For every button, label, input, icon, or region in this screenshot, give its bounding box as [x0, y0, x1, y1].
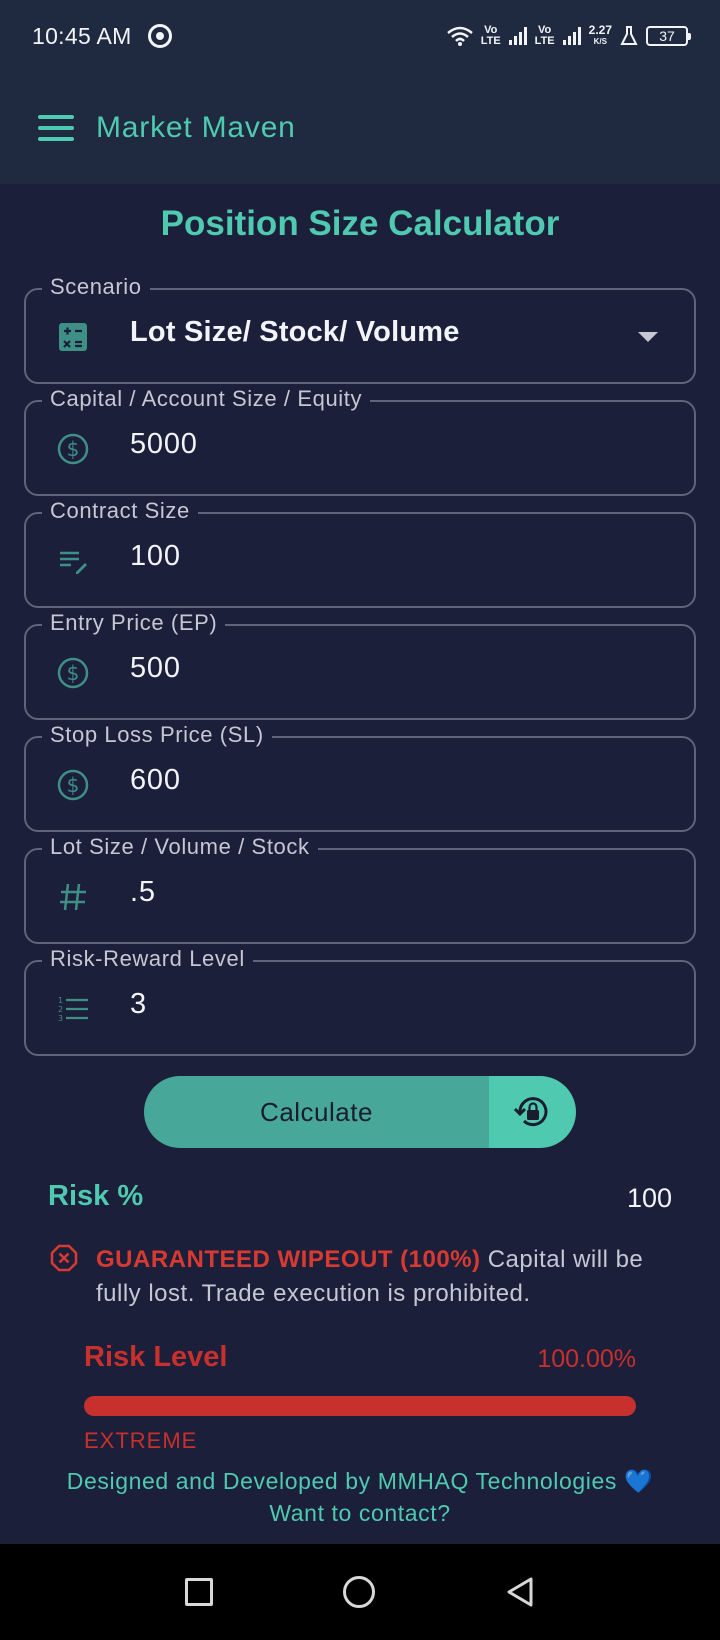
- risk-level-tag: EXTREME: [84, 1428, 198, 1453]
- signal-2-icon: [562, 27, 581, 45]
- capital-value: 5000: [130, 428, 198, 460]
- svg-text:1: 1: [58, 996, 63, 1005]
- network-speed: 2.27 K/S: [588, 23, 612, 46]
- calculator-icon: [56, 320, 90, 354]
- hamburger-menu-icon[interactable]: [38, 115, 74, 141]
- scenario-label: Scenario: [42, 274, 150, 300]
- status-bar: 10:45 AM Vo LTE Vo LTE 2.27 K/S 37: [0, 0, 720, 72]
- contract-size-value: 100: [130, 540, 181, 572]
- battery-icon: 37: [646, 26, 691, 46]
- risk-reward-value: 3: [130, 988, 147, 1020]
- recents-icon[interactable]: [185, 1578, 213, 1606]
- warning-headline: GUARANTEED WIPEOUT (100%): [96, 1246, 481, 1273]
- entry-price-label: Entry Price (EP): [42, 610, 226, 636]
- volte-1: Vo LTE: [480, 24, 501, 47]
- contact-link[interactable]: Want to contact?: [0, 1500, 720, 1527]
- edit-list-icon: [56, 544, 90, 578]
- lot-size-field[interactable]: Lot Size / Volume / Stock .5: [24, 834, 696, 944]
- numbered-list-icon: 123: [56, 992, 90, 1026]
- risk-level-progress-fill: [84, 1396, 636, 1416]
- risk-level-progress-bar: [84, 1396, 636, 1416]
- signal-1-icon: [508, 27, 527, 45]
- capital-label: Capital / Account Size / Equity: [42, 386, 371, 412]
- flask-icon: [620, 26, 638, 45]
- lot-size-value: .5: [130, 876, 156, 908]
- lot-size-label: Lot Size / Volume / Stock: [42, 834, 318, 860]
- scenario-value: Lot Size/ Stock/ Volume: [130, 316, 460, 348]
- history-lock-button[interactable]: [489, 1076, 576, 1148]
- svg-text:$: $: [67, 437, 80, 461]
- status-time: 10:45 AM: [32, 22, 132, 49]
- risk-reward-label: Risk-Reward Level: [42, 946, 253, 972]
- contract-size-label: Contract Size: [42, 498, 198, 524]
- dropdown-arrow-icon[interactable]: [638, 332, 658, 342]
- status-icons: Vo LTE Vo LTE 2.27 K/S 37: [446, 23, 691, 47]
- wifi-icon: [446, 26, 473, 46]
- home-icon[interactable]: [343, 1576, 375, 1608]
- dollar-circle-icon: $: [56, 432, 90, 466]
- calculate-button-group: Calculate: [144, 1076, 576, 1148]
- entry-price-value: 500: [130, 652, 181, 684]
- risk-level-percent: 100.00%: [537, 1345, 636, 1373]
- risk-warning-message: GUARANTEED WIPEOUT (100%) Capital will b…: [96, 1243, 686, 1311]
- stop-loss-field[interactable]: Stop Loss Price (SL) $ 600: [24, 722, 696, 832]
- volte-2: Vo LTE: [534, 24, 555, 47]
- risk-reward-field[interactable]: Risk-Reward Level 123 3: [24, 946, 696, 1056]
- svg-text:3: 3: [58, 1014, 63, 1023]
- hash-icon: [56, 880, 90, 914]
- entry-price-field[interactable]: Entry Price (EP) $ 500: [24, 610, 696, 720]
- stop-loss-value: 600: [130, 764, 181, 796]
- risk-percent-value: 100: [626, 1183, 672, 1213]
- app-title: Market Maven: [96, 111, 296, 144]
- system-navigation-bar: [0, 1544, 720, 1640]
- dollar-circle-icon: $: [56, 768, 90, 802]
- capital-field[interactable]: Capital / Account Size / Equity $ 5000: [24, 386, 696, 496]
- developer-credit: Designed and Developed by MMHAQ Technolo…: [66, 1468, 654, 1494]
- scenario-dropdown[interactable]: Scenario Lot Size/ Stock/ Volume: [24, 274, 696, 384]
- dollar-circle-icon: $: [56, 656, 90, 690]
- app-bar: Market Maven: [0, 72, 720, 184]
- risk-percent-label: Risk %: [48, 1180, 144, 1212]
- stop-loss-label: Stop Loss Price (SL): [42, 722, 272, 748]
- svg-text:$: $: [67, 661, 80, 685]
- back-icon[interactable]: [505, 1576, 535, 1608]
- risk-level-title: Risk Level: [84, 1341, 228, 1373]
- status-indicator-icon: [147, 24, 172, 48]
- page-title: Position Size Calculator: [160, 204, 560, 243]
- history-lock-icon: [513, 1097, 547, 1127]
- svg-text:$: $: [67, 773, 80, 797]
- calculate-button[interactable]: Calculate: [144, 1076, 489, 1148]
- contract-size-field[interactable]: Contract Size 100: [24, 498, 696, 608]
- close-circle-icon: [50, 1244, 78, 1277]
- svg-text:2: 2: [58, 1005, 63, 1014]
